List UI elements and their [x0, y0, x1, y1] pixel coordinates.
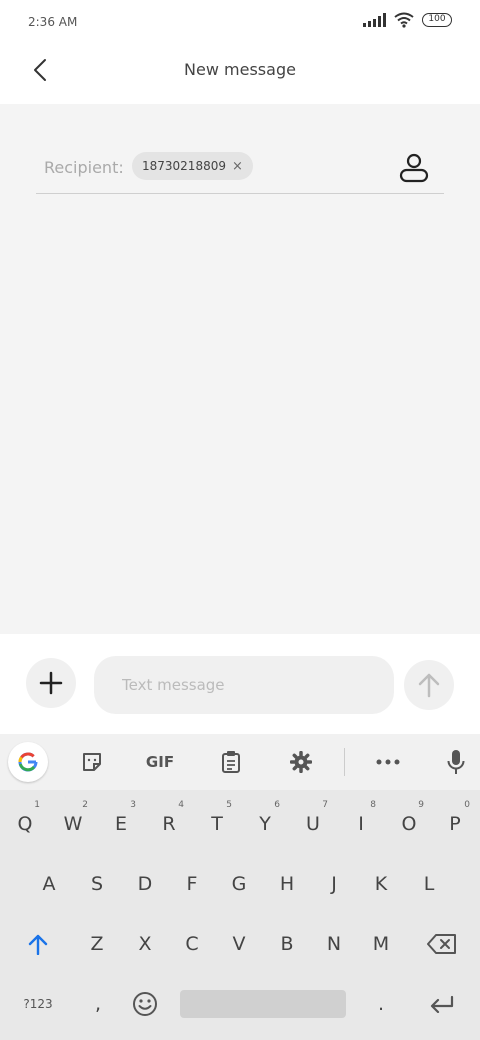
app-header: New message: [0, 44, 480, 104]
key-a[interactable]: A: [26, 856, 72, 912]
add-attachment-button[interactable]: [26, 658, 76, 708]
chip-remove-button[interactable]: ×: [232, 159, 243, 174]
sticker-icon: [83, 753, 101, 771]
key-u[interactable]: U7: [290, 796, 336, 852]
on-screen-keyboard: GIF Q 1 W 2 E 3 R 4 T 5 Y 6 U 7 I 8 O 9 …: [0, 734, 480, 1040]
more-button[interactable]: [368, 742, 408, 782]
clipboard-button[interactable]: [211, 742, 251, 782]
key-r[interactable]: R4: [146, 796, 192, 852]
sticker-button[interactable]: [72, 742, 112, 782]
key-p[interactable]: P0: [432, 796, 478, 852]
period-key[interactable]: .: [358, 976, 404, 1032]
key-d[interactable]: D: [122, 856, 168, 912]
gif-button[interactable]: GIF: [140, 742, 180, 782]
enter-icon: [430, 995, 454, 1013]
status-time: 2:36 AM: [28, 15, 78, 29]
battery-indicator: 100: [422, 13, 452, 27]
backspace-icon: [427, 934, 456, 954]
emoji-key[interactable]: [122, 976, 168, 1032]
clipboard-icon: [222, 751, 240, 773]
shift-key[interactable]: [8, 916, 68, 972]
gif-label: GIF: [145, 753, 175, 771]
plus-icon: [39, 671, 63, 695]
key-s[interactable]: S: [74, 856, 120, 912]
text-message-input[interactable]: [94, 656, 394, 714]
recipient-chip-value: 18730218809: [142, 159, 226, 173]
send-button[interactable]: [404, 660, 454, 710]
key-row-2: A S D F G H J K L: [0, 856, 480, 912]
key-i[interactable]: I8: [338, 796, 384, 852]
key-x[interactable]: X: [122, 916, 168, 972]
key-f[interactable]: F: [169, 856, 215, 912]
more-dots-icon: [376, 759, 400, 765]
key-h[interactable]: H: [264, 856, 310, 912]
microphone-button[interactable]: [436, 742, 476, 782]
google-button[interactable]: [8, 742, 48, 782]
emoji-icon: [133, 992, 157, 1016]
key-q[interactable]: Q1: [2, 796, 48, 852]
toolbar-divider: [344, 748, 345, 776]
key-j[interactable]: J: [311, 856, 357, 912]
contact-person-icon[interactable]: [398, 152, 430, 184]
send-arrow-icon: [418, 673, 440, 698]
key-e[interactable]: E3: [98, 796, 144, 852]
key-row-1: Q1 W2 E3 R4 T5 Y6 U7 I8 O9 P0: [0, 796, 480, 852]
wifi-icon: [394, 12, 414, 28]
compose-bar: [0, 634, 480, 734]
key-t[interactable]: T5: [194, 796, 240, 852]
key-l[interactable]: L: [406, 856, 452, 912]
gear-icon: [290, 751, 312, 773]
signal-icon: [363, 13, 386, 27]
microphone-icon: [447, 750, 465, 774]
enter-key[interactable]: [414, 976, 470, 1032]
key-c[interactable]: C: [169, 916, 215, 972]
backspace-key[interactable]: [414, 916, 470, 972]
recipient-row: Recipient: 18730218809 ×: [36, 144, 444, 194]
recipient-chip[interactable]: 18730218809 ×: [132, 152, 253, 180]
symbols-key[interactable]: ?123: [8, 976, 68, 1032]
key-z[interactable]: Z: [74, 916, 120, 972]
google-g-icon: [18, 752, 38, 772]
key-k[interactable]: K: [358, 856, 404, 912]
key-row-3: Z X C V B N M: [0, 916, 480, 972]
key-n[interactable]: N: [311, 916, 357, 972]
comma-key[interactable]: ,: [76, 976, 120, 1032]
status-icons: 100: [363, 12, 452, 28]
key-y[interactable]: Y6: [242, 796, 288, 852]
settings-button[interactable]: [281, 742, 321, 782]
spacebar-key[interactable]: [180, 990, 346, 1018]
key-w[interactable]: W2: [50, 796, 96, 852]
shift-arrow-icon: [28, 934, 48, 955]
recipient-label: Recipient:: [44, 158, 124, 177]
key-m[interactable]: M: [358, 916, 404, 972]
keyboard-toolbar: GIF: [0, 734, 480, 790]
message-body-area[interactable]: Recipient: 18730218809 ×: [0, 104, 480, 634]
key-g[interactable]: G: [216, 856, 262, 912]
status-bar: 2:36 AM 100: [0, 0, 480, 44]
page-title: New message: [184, 60, 296, 79]
key-b[interactable]: B: [264, 916, 310, 972]
key-o[interactable]: O9: [386, 796, 432, 852]
key-v[interactable]: V: [216, 916, 262, 972]
